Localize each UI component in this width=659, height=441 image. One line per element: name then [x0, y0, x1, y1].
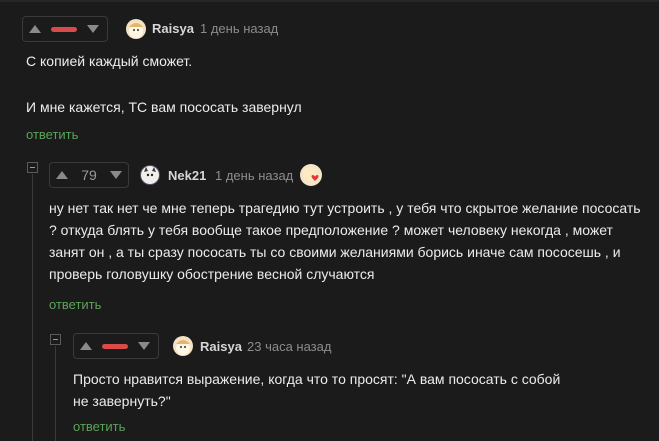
top-divider	[0, 0, 659, 2]
username[interactable]: Nek21	[168, 168, 206, 183]
triangle-down-icon	[138, 342, 150, 350]
username[interactable]: Raisya	[200, 339, 242, 354]
rating-control	[73, 333, 159, 359]
cartoon-avatar-icon	[129, 23, 143, 38]
comment-text: ну нет так нет че мне теперь трагедию ту…	[49, 200, 641, 282]
cartoon-avatar-icon	[176, 340, 190, 355]
downvote-button[interactable]	[81, 25, 105, 33]
comment-text: Просто нравится выражение, когда что то …	[73, 371, 561, 409]
rating-control	[22, 16, 108, 42]
rating-bar	[47, 26, 81, 32]
user-avatar[interactable]	[140, 165, 160, 185]
timestamp[interactable]: 1 день назад	[200, 21, 278, 36]
triangle-up-icon	[29, 25, 41, 33]
upvote-button[interactable]	[50, 171, 74, 179]
minus-icon	[30, 167, 35, 168]
minus-icon	[53, 339, 58, 340]
collapse-thread-button[interactable]	[27, 162, 38, 173]
triangle-up-icon	[56, 171, 68, 179]
reply-link[interactable]: ответить	[26, 127, 78, 142]
timestamp[interactable]: 23 часа назад	[247, 339, 331, 354]
downvote-button[interactable]	[132, 342, 156, 350]
reply-link[interactable]: ответить	[73, 419, 125, 434]
thread-line-nested	[55, 346, 56, 441]
triangle-down-icon	[110, 171, 122, 179]
rating-score: 79	[81, 167, 97, 183]
user-avatar[interactable]	[173, 336, 193, 356]
timestamp[interactable]: 1 день назад	[215, 168, 293, 183]
thread-line	[32, 174, 33, 441]
rating-control: 79	[49, 162, 129, 188]
rating-bar	[98, 343, 132, 349]
upvote-button[interactable]	[74, 342, 98, 350]
collapse-thread-button[interactable]	[50, 334, 61, 345]
comment-text-line: С копией каждый сможет.	[26, 53, 193, 69]
upvote-button[interactable]	[23, 25, 47, 33]
reply-link[interactable]: ответить	[49, 297, 101, 312]
cat-avatar-icon	[141, 166, 159, 184]
downvote-button[interactable]	[104, 171, 128, 179]
triangle-down-icon	[87, 25, 99, 33]
username[interactable]: Raisya	[152, 21, 194, 36]
comment-text-line: И мне кажется, ТС вам пососать завернул	[26, 99, 302, 115]
triangle-up-icon	[80, 342, 92, 350]
heart-badge-icon	[300, 164, 322, 186]
user-avatar[interactable]	[126, 19, 146, 39]
